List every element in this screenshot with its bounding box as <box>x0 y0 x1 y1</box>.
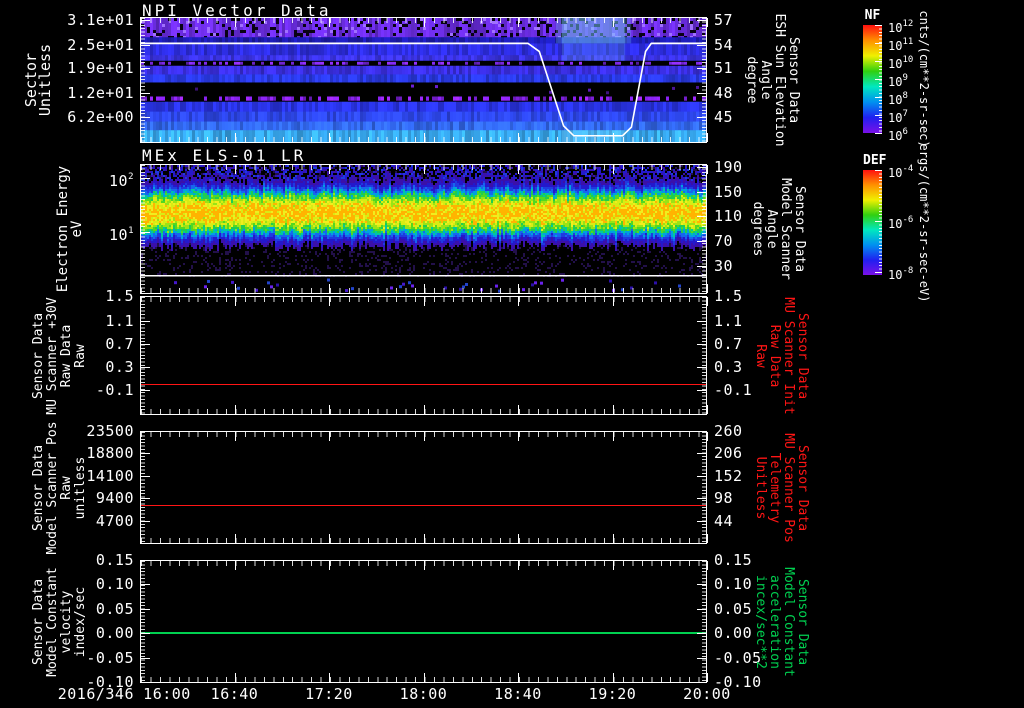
x-tick-label: 18:40 <box>494 685 542 703</box>
science-plot-figure: NPI Vector Data MEx ELS-01 LR 3.1e+01 2.5… <box>0 0 1024 708</box>
nf-colorbar-units: cnts/(cm**2-sr-sec) <box>917 10 931 148</box>
y-tick-label: -0.10 <box>86 673 134 691</box>
y-tick-label: 6.2e+00 <box>67 108 134 126</box>
x-major-tick <box>707 534 708 543</box>
x-tick-label: 19:20 <box>588 685 637 703</box>
nf-colorbar-major-tick <box>875 61 882 62</box>
x-major-tick <box>707 284 708 293</box>
x-tick-label: 20:00 <box>683 685 731 703</box>
y-tick-label: 1.9e+01 <box>67 59 134 78</box>
def-colorbar-ticks <box>879 170 882 275</box>
def-colorbar-units: ergs/(cm**2-sr-sec-eV) <box>917 143 931 302</box>
panel-right-label: Sensor Data ESH Sun Elevation Angle degree <box>744 13 801 147</box>
nf-colorbar-major-tick <box>875 133 882 134</box>
def-colorbar-major-tick <box>875 271 882 273</box>
panel-ylabel: Sensor Data MU Scanner +30V Raw Data Raw <box>31 296 88 415</box>
panel-ylabel: Sensor Data Model Scanner Pos Raw unitless <box>31 420 88 555</box>
right-tick-label: 0.15 <box>714 551 753 569</box>
nf-colorbar-major-tick <box>875 97 882 98</box>
panel-frame <box>140 560 707 683</box>
nf-colorbar-major-tick <box>875 79 882 80</box>
panel2-title: MEx ELS-01 LR <box>142 146 307 165</box>
y-tick-label: 3.1e+01 <box>67 10 134 29</box>
panel-frame <box>140 431 707 544</box>
def-colorbar-major-tick <box>875 170 882 171</box>
nf-colorbar-major-tick <box>875 43 882 44</box>
nf-colorbar-major-tick <box>875 25 882 26</box>
x-tick-label: 17:20 <box>305 685 353 703</box>
x-major-tick <box>707 432 708 441</box>
x-major-tick <box>707 18 708 27</box>
def-colorbar-title: DEF <box>863 153 887 168</box>
panel-ylabel: Sensor Data Model Constant velocity index/s… <box>31 566 88 677</box>
def-colorbar-major-tick <box>875 220 882 222</box>
panel-right-label: Sensor Data Model Scanner Angle degrees <box>750 178 807 280</box>
x-major-tick <box>707 165 708 174</box>
panel-right-label: Sensor Data Model Constant acceleration inc… <box>753 566 810 677</box>
x-tick-label: 16:40 <box>210 685 259 703</box>
x-major-tick <box>707 133 708 142</box>
right-tick-label: 190 <box>714 158 743 177</box>
panel-right-label: Sensor Data MU Scanner Pos Telemetry Unitle… <box>753 432 810 543</box>
panel-frame <box>140 296 707 415</box>
y-tick-label: 1.2e+01 <box>67 84 134 103</box>
x-tick-label: 18:00 <box>399 685 448 703</box>
x-major-tick <box>707 405 708 414</box>
panel-frame <box>140 164 707 294</box>
nf-colorbar-major-tick <box>875 115 882 116</box>
panel-frame <box>140 17 707 143</box>
x-major-tick <box>707 673 708 682</box>
y-tick-label: 0.15 <box>95 551 134 569</box>
panel-right-label: Sensor Data MU Scanner Init Raw Data Raw <box>753 296 810 415</box>
x-major-tick <box>707 561 708 570</box>
panel-ylabel: Sector Unitless <box>22 43 54 117</box>
y-tick-label: 2.5e+01 <box>67 35 134 54</box>
panel-ylabel: Electron Energy eV <box>55 165 85 293</box>
nf-colorbar-title: NF <box>864 8 881 23</box>
x-major-tick <box>707 297 708 306</box>
